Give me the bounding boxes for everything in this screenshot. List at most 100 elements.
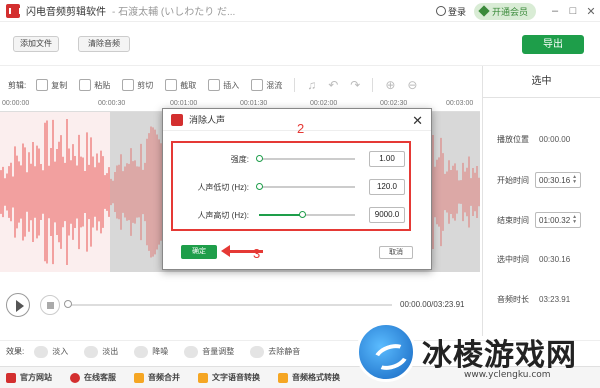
copy-button[interactable]: 复制 bbox=[36, 79, 67, 91]
denoise-button[interactable]: 降噪 bbox=[134, 345, 169, 358]
watermark-url: www.yclengku.com bbox=[464, 370, 551, 380]
volume-button[interactable]: 音量调整 bbox=[184, 345, 234, 358]
insert-button[interactable]: 插入 bbox=[208, 79, 239, 91]
close-icon[interactable]: ✕ bbox=[412, 113, 423, 129]
zoom-out-icon[interactable]: ⊖ bbox=[407, 78, 417, 92]
watermark-text: 冰棱游戏网 bbox=[422, 338, 577, 373]
paste-button[interactable]: 粘贴 bbox=[79, 79, 110, 91]
ruler-tick: 00:00:00 bbox=[2, 100, 30, 107]
remove-silence-button[interactable]: 去除静音 bbox=[250, 345, 300, 358]
play-position-row: 播放位置 00:00.00 bbox=[497, 134, 600, 145]
main-toolbar: 添加文件 清除音频 导出 bbox=[0, 22, 600, 66]
low-cut-input[interactable]: 120.0 bbox=[369, 179, 405, 195]
denoise-label: 降噪 bbox=[152, 347, 169, 356]
stop-icon[interactable] bbox=[40, 295, 60, 315]
audio-duration-label: 音频时长 bbox=[497, 295, 529, 304]
confirm-button[interactable]: 确定 bbox=[181, 245, 217, 259]
clear-audio-button[interactable]: 清除音频 bbox=[78, 36, 130, 52]
minimize-icon[interactable]: – bbox=[546, 5, 564, 17]
ruler-tick: 00:00:30 bbox=[98, 100, 126, 107]
progress-bar[interactable] bbox=[66, 304, 392, 306]
low-cut-label: 人声低切 (Hz): bbox=[197, 182, 249, 192]
official-site-label: 官方网站 bbox=[20, 373, 52, 382]
spinner-icon[interactable]: ▲ ▼ bbox=[572, 175, 577, 185]
effects-label: 效果: bbox=[6, 347, 25, 356]
format-convert-link[interactable]: 音频格式转换 bbox=[278, 372, 340, 383]
strength-slider-knob[interactable] bbox=[256, 155, 263, 162]
scissors-icon bbox=[122, 79, 135, 91]
strength-slider[interactable] bbox=[256, 155, 355, 162]
login-label: 登录 bbox=[447, 6, 466, 17]
toolbar-divider-2 bbox=[372, 78, 374, 92]
high-cut-input[interactable]: 9000.0 bbox=[369, 207, 405, 223]
strength-label: 强度: bbox=[230, 154, 249, 164]
play-icon[interactable] bbox=[6, 293, 30, 317]
audio-merge-label: 音频合并 bbox=[148, 373, 180, 382]
selection-panel-header: 选中 bbox=[483, 66, 600, 98]
add-file-button[interactable]: 添加文件 bbox=[13, 36, 59, 52]
mix-label: 混流 bbox=[266, 80, 283, 90]
login-button[interactable]: 登录 bbox=[435, 5, 466, 18]
spinner-icon[interactable]: ▲ ▼ bbox=[572, 215, 577, 225]
speech-icon bbox=[198, 372, 208, 383]
annotation-highlight-box: 强度: 1.00 人声低切 (Hz): 120.0 人声高切 (Hz): 900… bbox=[171, 141, 411, 231]
fade-out-button[interactable]: 淡出 bbox=[84, 345, 118, 358]
progress-knob[interactable] bbox=[64, 300, 72, 308]
high-cut-slider-fill bbox=[259, 214, 303, 216]
low-cut-slider-knob[interactable] bbox=[256, 183, 263, 190]
zoom-in-icon[interactable]: ⊕ bbox=[385, 78, 395, 92]
fade-in-label: 淡入 bbox=[52, 347, 69, 356]
copy-label: 复制 bbox=[51, 80, 68, 90]
selected-duration-row: 选中时间 00:30.16 bbox=[497, 254, 600, 265]
end-time-label: 结束时间 bbox=[497, 215, 529, 225]
fade-in-button[interactable]: 淡入 bbox=[34, 345, 69, 358]
player-controls: 00:00.00/03:23.91 bbox=[0, 290, 480, 320]
end-time-input[interactable]: 01:00.32 ▲ ▼ bbox=[535, 212, 582, 228]
selected-duration-label: 选中时间 bbox=[497, 255, 529, 264]
edit-toolbar: 剪辑: 复制 粘贴 剪切 截取 插入 混流 ♫ ↶ ↷ ⊕ ⊖ bbox=[0, 73, 480, 97]
merge-icon bbox=[134, 372, 144, 383]
play-position-label: 播放位置 bbox=[497, 135, 529, 144]
close-window-icon[interactable]: ✕ bbox=[582, 5, 600, 18]
trim-button[interactable]: 截取 bbox=[165, 79, 196, 91]
crop-icon bbox=[165, 79, 178, 91]
edit-label: 剪辑: bbox=[8, 80, 27, 90]
annotation-number-3: 3 bbox=[253, 246, 261, 261]
headphones-icon[interactable]: ♫ bbox=[307, 78, 316, 92]
cancel-button[interactable]: 取消 bbox=[379, 246, 413, 259]
undo-icon[interactable]: ↶ bbox=[328, 78, 338, 92]
audio-duration-row: 音频时长 03:23.91 bbox=[497, 294, 600, 305]
redo-icon[interactable]: ↷ bbox=[350, 78, 360, 92]
play-position-value: 00:00.00 bbox=[539, 135, 571, 144]
export-button[interactable]: 导出 bbox=[522, 35, 584, 54]
mix-button[interactable]: 混流 bbox=[251, 79, 282, 91]
vip-button[interactable]: 开通会员 bbox=[473, 2, 536, 20]
paste-label: 粘贴 bbox=[94, 80, 111, 90]
start-time-input[interactable]: 00:30.16 ▲ ▼ bbox=[535, 172, 582, 188]
support-link[interactable]: 在线客服 bbox=[70, 372, 116, 383]
audio-merge-link[interactable]: 音频合并 bbox=[134, 372, 180, 383]
start-time-label: 开始时间 bbox=[497, 175, 529, 185]
high-cut-slider[interactable] bbox=[259, 211, 355, 218]
cut-button[interactable]: 剪切 bbox=[122, 79, 153, 91]
text-to-speech-label: 文字语音转换 bbox=[212, 373, 260, 382]
file-name: - 石渡太輔 (いしわたり だ... bbox=[112, 7, 236, 18]
app-title: 闪电音频剪辑软件 bbox=[26, 7, 106, 18]
strength-input[interactable]: 1.00 bbox=[369, 151, 405, 167]
ruler-tick: 00:02:30 bbox=[380, 100, 408, 107]
paste-icon bbox=[79, 79, 92, 91]
user-icon bbox=[435, 6, 446, 16]
app-logo-icon bbox=[171, 113, 183, 126]
official-site-link[interactable]: 官方网站 bbox=[6, 372, 52, 383]
watermark-logo-icon bbox=[356, 322, 416, 382]
ruler-tick: 00:03:00 bbox=[446, 100, 474, 107]
text-to-speech-link[interactable]: 文字语音转换 bbox=[198, 372, 260, 383]
playback-time: 00:00.00/03:23.91 bbox=[400, 300, 465, 309]
high-cut-slider-knob[interactable] bbox=[299, 211, 307, 218]
maximize-icon[interactable]: □ bbox=[564, 5, 582, 17]
start-time-row: 开始时间 00:30.16 ▲ ▼ bbox=[497, 172, 600, 188]
toolbar-divider bbox=[294, 78, 296, 92]
low-cut-slider[interactable] bbox=[256, 183, 355, 190]
chat-icon bbox=[70, 372, 80, 383]
support-label: 在线客服 bbox=[84, 373, 116, 382]
